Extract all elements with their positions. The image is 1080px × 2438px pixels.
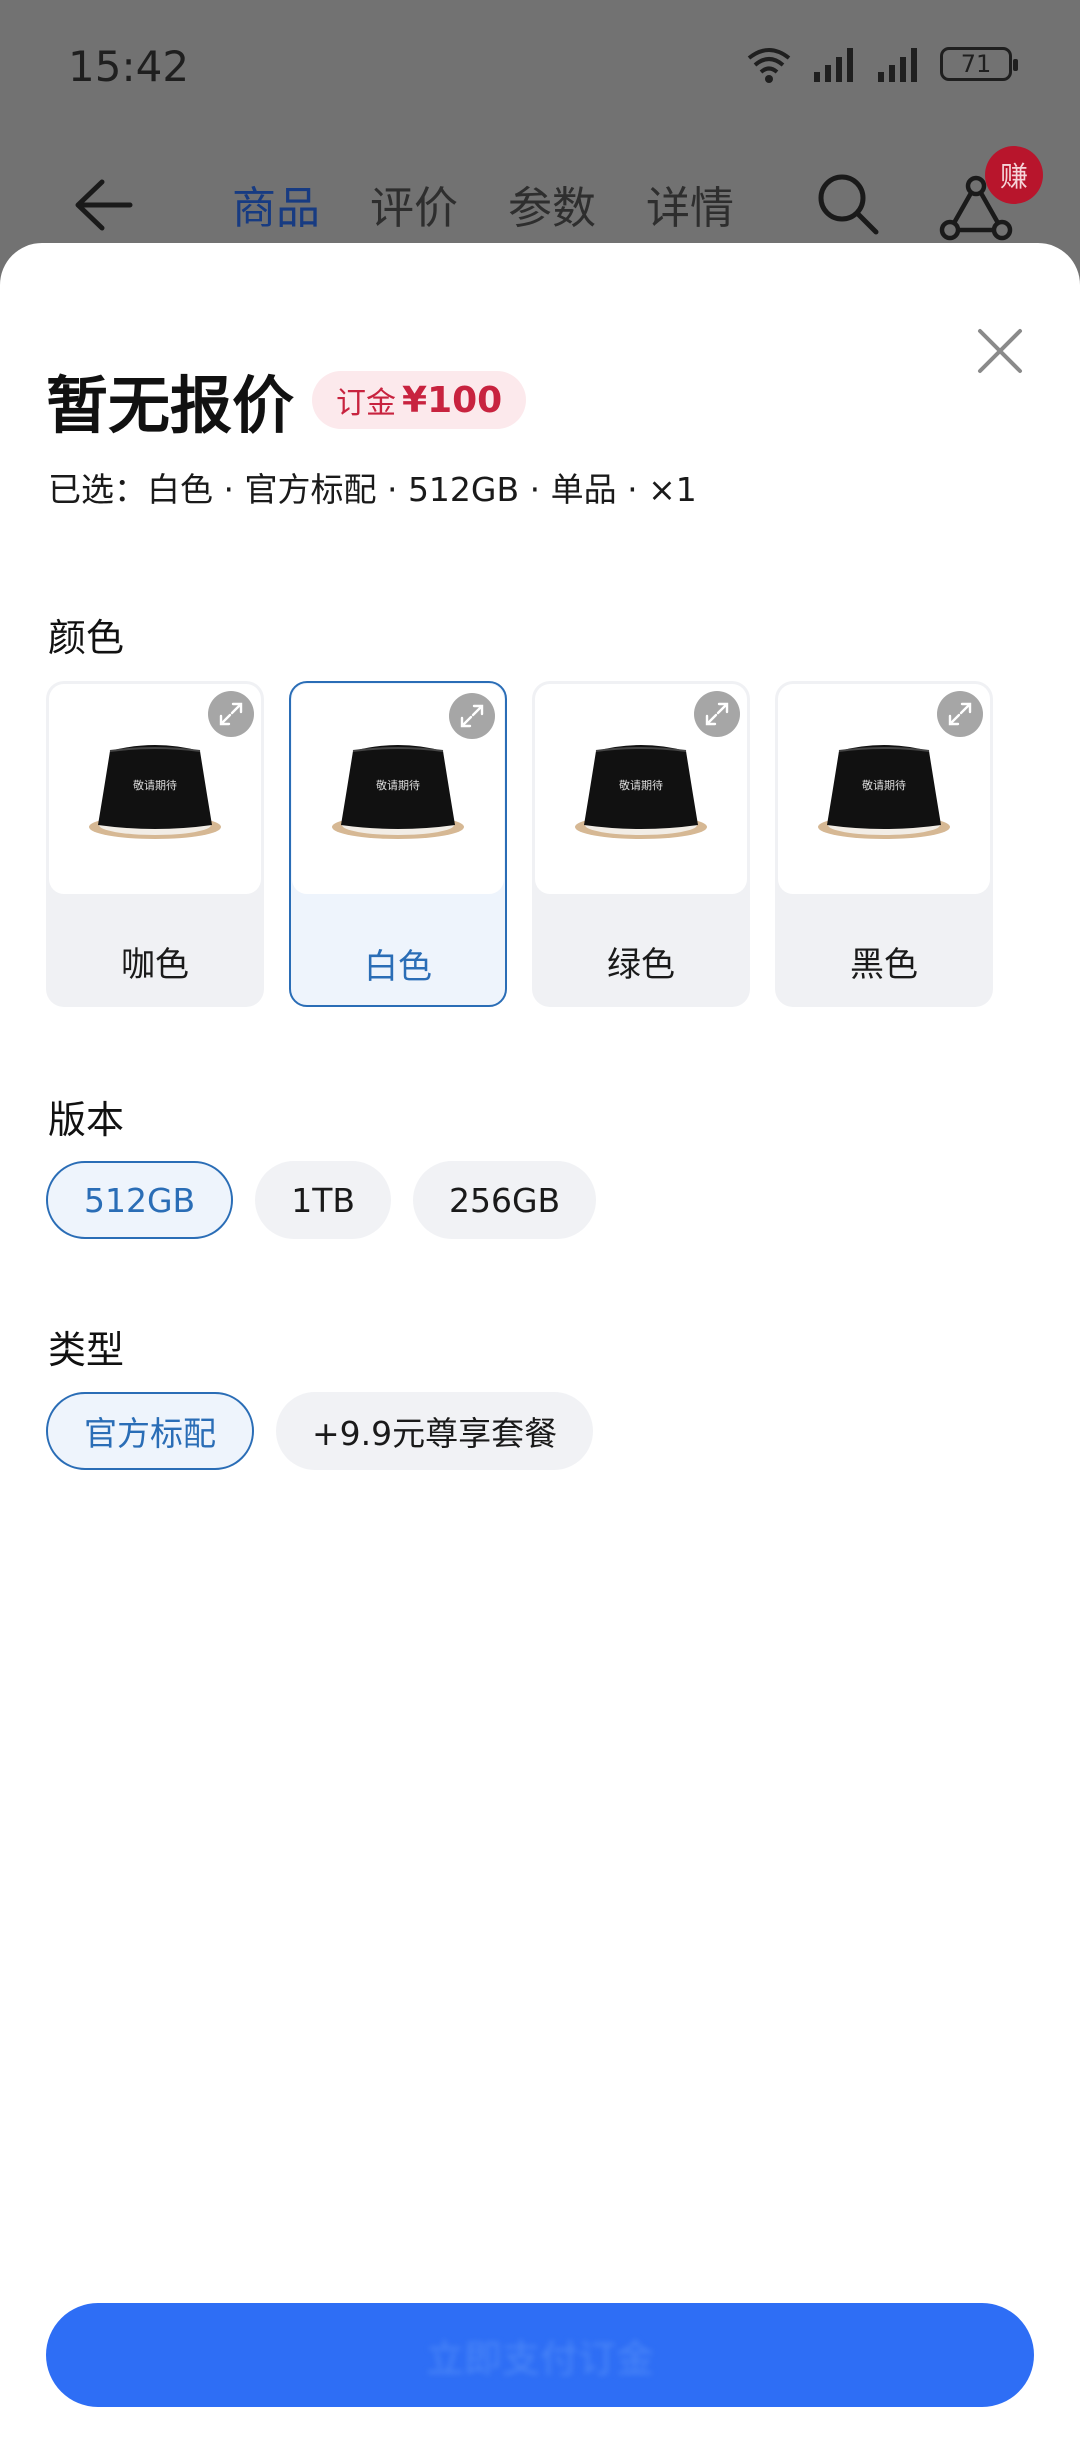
- expand-icon[interactable]: [208, 691, 254, 737]
- deposit-badge: 订金 ¥100: [312, 371, 527, 429]
- color-label: 黑色: [850, 945, 918, 985]
- selected-summary: 已选：白色 · 官方标配 · 512GB · 单品 · ×1: [48, 470, 697, 509]
- status-time: 15:42: [68, 42, 190, 91]
- deposit-label: 订金: [336, 386, 397, 421]
- search-icon[interactable]: [812, 168, 882, 238]
- expand-icon[interactable]: [449, 693, 495, 739]
- confirm-button-label: 立即支付订金: [425, 2336, 654, 2381]
- color-option-white[interactable]: 敬请期待 白色: [289, 681, 507, 1007]
- battery-level: 71: [960, 50, 992, 78]
- type-options: 官方标配 +9.9元尊享套餐: [46, 1392, 594, 1470]
- type-option-standard[interactable]: 官方标配: [46, 1392, 254, 1470]
- expand-icon[interactable]: [937, 691, 983, 737]
- type-section-title: 类型: [48, 1328, 125, 1372]
- signal-icon-2: [878, 48, 917, 82]
- color-section-title: 颜色: [48, 616, 125, 660]
- product-cover-text: 敬请期待: [133, 778, 177, 792]
- product-cover-text: 敬请期待: [619, 778, 663, 792]
- signal-icon: [814, 48, 853, 82]
- status-bar: 15:42 71: [0, 0, 1080, 130]
- color-label: 白色: [364, 947, 432, 987]
- version-option-512gb[interactable]: 512GB: [46, 1161, 234, 1239]
- type-option-premium-bundle[interactable]: +9.9元尊享套餐: [276, 1392, 594, 1470]
- tab-reviews[interactable]: 评价: [370, 172, 458, 236]
- system-icons: 71: [744, 44, 1018, 84]
- deposit-value: ¥100: [402, 379, 503, 421]
- tab-bar: 商品 评价 参数 详情: [232, 172, 734, 236]
- version-option-256gb[interactable]: 256GB: [413, 1161, 597, 1239]
- earn-badge[interactable]: 赚: [985, 146, 1043, 204]
- tab-product[interactable]: 商品: [232, 172, 320, 236]
- expand-icon[interactable]: [694, 691, 740, 737]
- color-label: 绿色: [607, 945, 675, 985]
- product-cover-text: 敬请期待: [376, 778, 420, 792]
- tab-params[interactable]: 参数: [508, 172, 596, 236]
- color-option-black[interactable]: 敬请期待 黑色: [775, 681, 993, 1007]
- battery-icon: 71: [940, 47, 1018, 81]
- back-arrow-icon[interactable]: [70, 170, 140, 240]
- version-section-title: 版本: [48, 1098, 125, 1142]
- version-options: 512GB 1TB 256GB: [46, 1161, 597, 1239]
- product-cover-text: 敬请期待: [862, 778, 906, 792]
- price-title: 暂无报价: [46, 369, 295, 442]
- color-label: 咖色: [121, 945, 189, 985]
- version-option-1tb[interactable]: 1TB: [255, 1161, 391, 1239]
- wifi-icon: [747, 48, 791, 83]
- tab-details[interactable]: 详情: [646, 172, 734, 236]
- color-option-green[interactable]: 敬请期待 绿色: [532, 681, 750, 1007]
- color-option-brown[interactable]: 敬请期待 咖色: [46, 681, 264, 1007]
- price-row: 暂无报价 订金 ¥100: [46, 355, 527, 445]
- close-icon[interactable]: [972, 323, 1028, 379]
- sku-selector-sheet: 暂无报价 订金 ¥100 已选：白色 · 官方标配 · 512GB · 单品 ·…: [0, 243, 1080, 2438]
- confirm-button[interactable]: 立即支付订金: [46, 2303, 1034, 2407]
- color-options: 敬请期待 咖色 敬请期待 白色 敬请期待 绿色 敬请期待 黑色: [46, 681, 993, 1007]
